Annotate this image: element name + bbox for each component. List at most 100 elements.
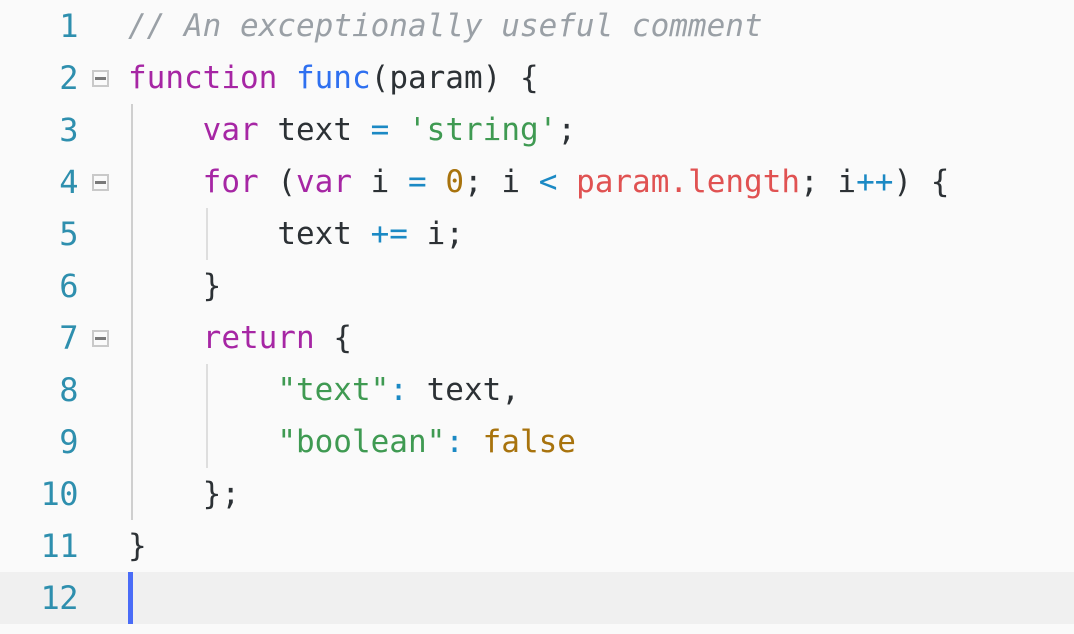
gutter: 1 [0, 0, 128, 52]
token-operator: ++ [856, 164, 894, 200]
token-default [520, 164, 539, 200]
code-text[interactable]: }; [128, 468, 240, 520]
code-text[interactable]: for (var i = 0; i < param.length; i++) { [128, 156, 950, 208]
code-line[interactable]: 4 for (var i = 0; i < param.length; i++)… [0, 156, 1074, 208]
code-line[interactable]: 12 [0, 572, 1074, 624]
token-default [128, 476, 203, 512]
code-text[interactable]: function func(param) { [128, 52, 539, 104]
line-number: 11 [40, 527, 78, 565]
token-punct: ; [464, 164, 483, 200]
code-text[interactable]: } [128, 260, 222, 312]
token-property: . [669, 164, 689, 200]
gutter: 6 [0, 260, 128, 312]
code-text[interactable]: "boolean": false [128, 416, 576, 468]
token-operator: = [408, 164, 427, 200]
code-text[interactable]: // An exceptionally useful comment [128, 0, 763, 52]
token-default [408, 372, 427, 408]
code-text[interactable]: var text = 'string'; [128, 104, 576, 156]
token-default [819, 164, 838, 200]
token-default [389, 112, 408, 148]
code-lines-container: 1 // An exceptionally useful comment 2 func… [0, 0, 1074, 624]
token-operator: : [389, 372, 408, 408]
code-line[interactable]: 8 "text": text, [0, 364, 1074, 416]
token-punct: ( [277, 164, 296, 200]
line-number: 6 [59, 267, 78, 305]
token-default [912, 164, 931, 200]
token-default: text [277, 112, 352, 148]
fold-collapse-icon[interactable] [92, 330, 109, 347]
token-default [408, 216, 427, 252]
line-number: 9 [59, 423, 78, 461]
token-default: i [837, 164, 857, 200]
token-default [501, 60, 520, 96]
code-text[interactable]: return { [128, 312, 352, 364]
indent-guide [131, 104, 133, 520]
code-line[interactable]: 10 }; [0, 468, 1074, 520]
token-keyword: var [202, 112, 259, 148]
token-operator: = [370, 112, 390, 148]
gutter: 9 [0, 416, 128, 468]
code-line[interactable]: 6 } [0, 260, 1074, 312]
code-line[interactable]: 9 "boolean": false [0, 416, 1074, 468]
token-punct: { [930, 164, 950, 200]
gutter: 8 [0, 364, 128, 416]
indent-guide [205, 208, 208, 260]
token-default [352, 216, 371, 252]
token-punct: } [128, 528, 147, 564]
line-number: 7 [59, 319, 78, 357]
token-property: param [576, 164, 670, 200]
code-text[interactable]: } [128, 520, 147, 572]
token-default [557, 164, 576, 200]
fold-collapse-icon[interactable] [92, 70, 109, 87]
code-text[interactable]: "text": text, [128, 364, 520, 416]
token-default [259, 112, 278, 148]
token-punct: ; [557, 112, 576, 148]
code-line[interactable]: 5 text += i; [0, 208, 1074, 260]
token-default [389, 164, 408, 200]
token-default [128, 112, 203, 148]
token-comment: // An exceptionally useful comment [128, 8, 763, 44]
token-punct: ) [893, 164, 913, 200]
token-default [352, 164, 371, 200]
token-default: text [426, 372, 502, 408]
code-line[interactable]: 3 var text = 'string'; [0, 104, 1074, 156]
token-punct: ; [800, 164, 819, 200]
gutter: 7 [0, 312, 128, 364]
line-number: 12 [40, 579, 78, 617]
token-default [427, 164, 446, 200]
gutter: 11 [0, 520, 128, 572]
line-number: 4 [59, 163, 78, 201]
code-line[interactable]: 2 function func(param) { [0, 52, 1074, 104]
indent-guide [205, 364, 208, 468]
token-default [128, 268, 203, 304]
token-punct: ) [482, 60, 502, 96]
token-constant: false [482, 424, 576, 460]
token-default: i [370, 164, 390, 200]
token-property: length [688, 164, 801, 200]
token-default [315, 320, 334, 356]
line-number: 2 [59, 59, 78, 97]
token-function: func [295, 60, 371, 96]
gutter: 5 [0, 208, 128, 260]
token-punct: ; [221, 476, 240, 512]
code-editor[interactable]: 1 // An exceptionally useful comment 2 func… [0, 0, 1074, 634]
line-number: 8 [59, 371, 78, 409]
token-default [128, 216, 277, 252]
line-number: 10 [40, 475, 78, 513]
line-number: 3 [59, 111, 78, 149]
token-punct: } [202, 268, 222, 304]
code-line[interactable]: 11} [0, 520, 1074, 572]
token-default: i [501, 164, 521, 200]
token-keyword: for [202, 164, 259, 200]
code-line[interactable]: 1 // An exceptionally useful comment [0, 0, 1074, 52]
token-keyword: return [202, 320, 315, 356]
text-cursor [128, 572, 133, 624]
token-number: 0 [445, 164, 465, 200]
token-default: text [277, 216, 352, 252]
token-default [128, 320, 203, 356]
token-string: "boolean" [277, 424, 446, 460]
code-text[interactable]: text += i; [128, 208, 464, 260]
code-line[interactable]: 7 return { [0, 312, 1074, 364]
line-number: 5 [59, 215, 78, 253]
fold-collapse-icon[interactable] [92, 174, 109, 191]
